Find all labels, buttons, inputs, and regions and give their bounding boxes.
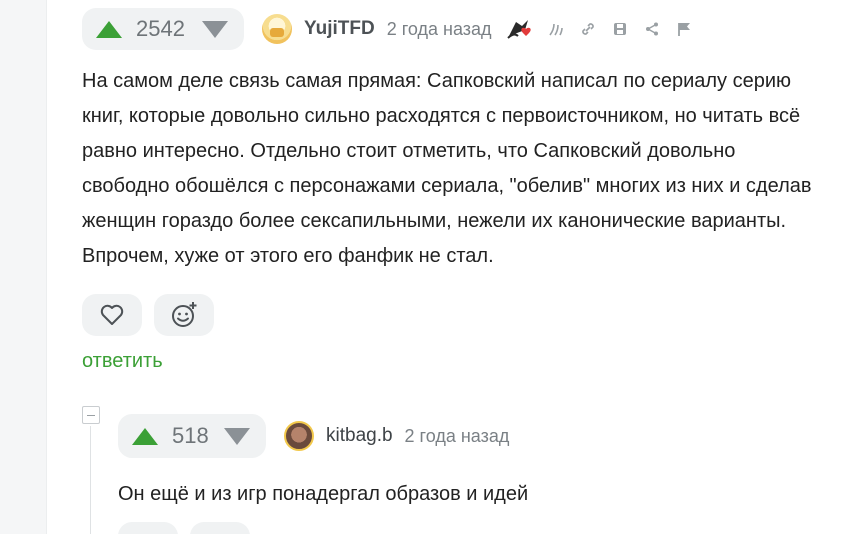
add-reaction-button[interactable]: [190, 522, 250, 534]
avatar[interactable]: [284, 421, 314, 451]
like-button[interactable]: [118, 522, 178, 534]
share-icon[interactable]: [644, 21, 660, 37]
link-icon[interactable]: [580, 21, 596, 37]
comment-text: На самом деле связь самая прямая: Сапков…: [82, 70, 812, 267]
flag-icon[interactable]: [676, 21, 692, 37]
comment-header: 518 kitbag.b 2 года назад: [118, 414, 818, 458]
add-reaction-button[interactable]: [154, 294, 214, 336]
reply-comment-actions: [118, 522, 250, 534]
upvote-button[interactable]: [132, 427, 158, 445]
comment-tools: [548, 21, 692, 37]
comment-actions: [82, 294, 822, 336]
reply-link[interactable]: ответить: [82, 350, 163, 373]
badge-icon[interactable]: [506, 16, 534, 42]
rating-box: 518: [118, 414, 266, 458]
left-gutter: [0, 0, 47, 534]
like-button[interactable]: [82, 294, 142, 336]
username[interactable]: YujiTFD: [304, 18, 375, 40]
rating-box: 2542: [82, 8, 244, 50]
rating-count: 518: [172, 423, 209, 448]
comment-header: 2542 YujiTFD 2 года назад: [82, 8, 822, 50]
timestamp[interactable]: 2 года назад: [387, 19, 492, 40]
downvote-button[interactable]: [202, 20, 228, 38]
collapse-thread-button[interactable]: [82, 406, 100, 424]
add-emoji-icon: [172, 302, 197, 327]
reply-comment: 518 kitbag.b 2 года назад Он ещё и из иг…: [118, 414, 818, 508]
save-icon[interactable]: [612, 21, 628, 37]
thread-line[interactable]: [90, 426, 91, 534]
rating-count: 2542: [136, 16, 185, 41]
comment: 2542 YujiTFD 2 года назад На самом деле …: [82, 8, 822, 373]
downvote-button[interactable]: [224, 427, 250, 445]
timestamp[interactable]: 2 года назад: [405, 426, 510, 447]
avatar[interactable]: [262, 14, 292, 44]
comment-text: Он ещё и из игр понадергал образов и иде…: [118, 483, 529, 505]
heart-icon: [100, 304, 124, 325]
upvote-button[interactable]: [96, 20, 122, 38]
username[interactable]: kitbag.b: [326, 425, 393, 447]
hide-branch-icon[interactable]: [548, 21, 564, 37]
